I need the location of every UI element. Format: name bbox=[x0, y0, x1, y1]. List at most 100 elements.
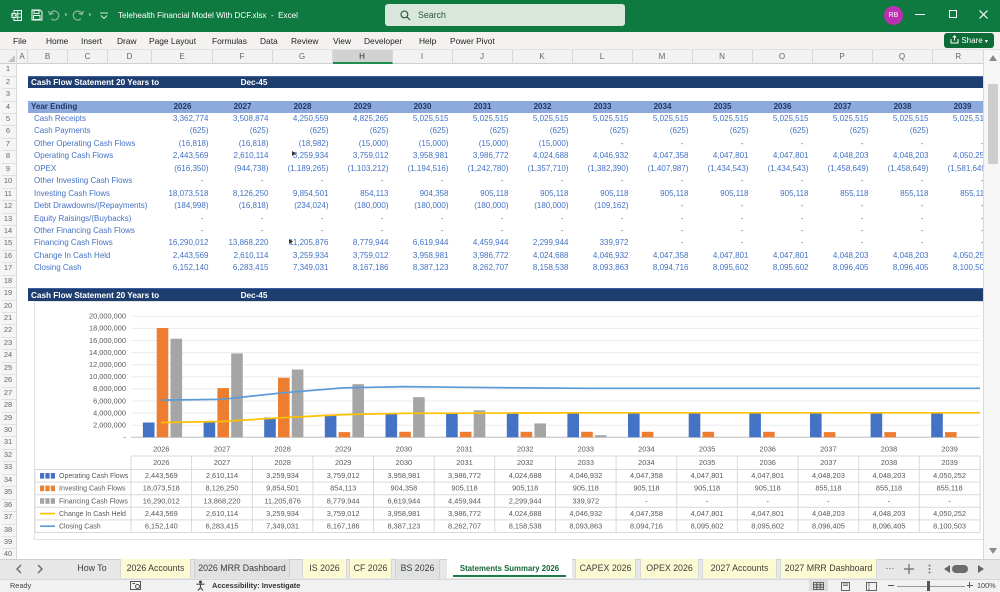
svg-text:4,024,688: 4,024,688 bbox=[509, 509, 542, 518]
svg-text:2,299,944: 2,299,944 bbox=[509, 496, 542, 505]
svg-text:13,868,220: 13,868,220 bbox=[204, 496, 241, 505]
svg-text:8,093,863: 8,093,863 bbox=[569, 522, 602, 531]
svg-text:2,610,114: 2,610,114 bbox=[206, 509, 238, 518]
svg-text:4,047,358: 4,047,358 bbox=[630, 471, 663, 480]
svg-text:4,047,801: 4,047,801 bbox=[751, 509, 784, 518]
svg-text:2029: 2029 bbox=[335, 445, 351, 454]
svg-text:4,048,203: 4,048,203 bbox=[812, 471, 845, 480]
svg-text:2031: 2031 bbox=[456, 445, 472, 454]
svg-text:6,000,000: 6,000,000 bbox=[93, 396, 126, 405]
svg-text:4,048,203: 4,048,203 bbox=[812, 509, 845, 518]
svg-text:4,047,358: 4,047,358 bbox=[630, 509, 663, 518]
svg-text:905,118: 905,118 bbox=[694, 484, 720, 493]
svg-text:3,958,981: 3,958,981 bbox=[387, 471, 420, 480]
svg-text:2029: 2029 bbox=[335, 458, 351, 467]
svg-text:2037: 2037 bbox=[820, 445, 836, 454]
svg-text:14,000,000: 14,000,000 bbox=[89, 348, 126, 357]
svg-text:2036: 2036 bbox=[759, 458, 775, 467]
svg-text:18,073,518: 18,073,518 bbox=[143, 484, 180, 493]
svg-text:4,047,801: 4,047,801 bbox=[691, 471, 724, 480]
svg-text:2034: 2034 bbox=[638, 445, 654, 454]
svg-text:2,443,569: 2,443,569 bbox=[145, 471, 178, 480]
svg-text:905,118: 905,118 bbox=[512, 484, 538, 493]
svg-text:Change In Cash Held: Change In Cash Held bbox=[59, 511, 126, 518]
svg-text:2026: 2026 bbox=[153, 445, 169, 454]
svg-text:2035: 2035 bbox=[699, 445, 715, 454]
svg-text:4,048,203: 4,048,203 bbox=[873, 509, 906, 518]
svg-text:2030: 2030 bbox=[396, 458, 412, 467]
svg-text:11,205,876: 11,205,876 bbox=[264, 496, 300, 505]
svg-text:905,118: 905,118 bbox=[633, 484, 659, 493]
svg-text:2,443,569: 2,443,569 bbox=[145, 509, 178, 518]
svg-text:2039: 2039 bbox=[941, 445, 957, 454]
svg-text:2036: 2036 bbox=[759, 445, 775, 454]
svg-text:12,000,000: 12,000,000 bbox=[89, 360, 126, 369]
svg-text:3,759,012: 3,759,012 bbox=[327, 509, 360, 518]
svg-text:4,024,688: 4,024,688 bbox=[509, 471, 542, 480]
svg-text:6,619,944: 6,619,944 bbox=[387, 496, 420, 505]
svg-text:4,050,252: 4,050,252 bbox=[933, 509, 966, 518]
svg-text:Investing Cash Flows: Investing Cash Flows bbox=[59, 486, 126, 493]
svg-text:9,854,501: 9,854,501 bbox=[266, 484, 299, 493]
svg-text:2032: 2032 bbox=[517, 445, 533, 454]
svg-text:3,986,772: 3,986,772 bbox=[448, 509, 481, 518]
svg-text:8,094,716: 8,094,716 bbox=[630, 522, 663, 531]
svg-text:855,118: 855,118 bbox=[937, 484, 963, 493]
svg-text:2028: 2028 bbox=[274, 458, 290, 467]
svg-text:8,167,186: 8,167,186 bbox=[327, 522, 360, 531]
svg-text:8,158,538: 8,158,538 bbox=[509, 522, 542, 531]
svg-text:8,387,123: 8,387,123 bbox=[387, 522, 420, 531]
svg-text:6,152,140: 6,152,140 bbox=[145, 522, 178, 531]
svg-text:2031: 2031 bbox=[456, 458, 472, 467]
svg-text:8,100,503: 8,100,503 bbox=[933, 522, 966, 531]
svg-text:3,259,934: 3,259,934 bbox=[266, 471, 299, 480]
svg-text:2028: 2028 bbox=[274, 445, 290, 454]
svg-text:8,126,250: 8,126,250 bbox=[206, 484, 239, 493]
svg-text:2027: 2027 bbox=[214, 445, 230, 454]
svg-text:339,972: 339,972 bbox=[572, 496, 599, 505]
svg-text:7,349,031: 7,349,031 bbox=[266, 522, 299, 531]
svg-text:Operating Cash Flows: Operating Cash Flows bbox=[59, 473, 129, 480]
svg-text:8,779,944: 8,779,944 bbox=[327, 496, 360, 505]
svg-text:2033: 2033 bbox=[578, 445, 594, 454]
svg-text:3,759,012: 3,759,012 bbox=[327, 471, 360, 480]
svg-text:855,118: 855,118 bbox=[876, 484, 902, 493]
svg-text:10,000,000: 10,000,000 bbox=[89, 372, 126, 381]
svg-text:4,047,801: 4,047,801 bbox=[751, 471, 784, 480]
svg-text:2033: 2033 bbox=[578, 458, 594, 467]
svg-text:16,290,012: 16,290,012 bbox=[143, 496, 180, 505]
svg-text:2026: 2026 bbox=[153, 458, 169, 467]
svg-text:8,095,602: 8,095,602 bbox=[691, 522, 724, 531]
svg-text:8,096,405: 8,096,405 bbox=[812, 522, 845, 531]
svg-text:855,118: 855,118 bbox=[815, 484, 841, 493]
svg-text:4,048,203: 4,048,203 bbox=[873, 471, 906, 480]
svg-text:2027: 2027 bbox=[214, 458, 230, 467]
svg-text:2035: 2035 bbox=[699, 458, 715, 467]
svg-text:2039: 2039 bbox=[941, 458, 957, 467]
svg-text:905,118: 905,118 bbox=[451, 484, 477, 493]
svg-text:18,000,000: 18,000,000 bbox=[89, 324, 126, 333]
svg-text:3,259,934: 3,259,934 bbox=[266, 509, 299, 518]
svg-text:2,000,000: 2,000,000 bbox=[93, 421, 126, 430]
svg-text:2,610,114: 2,610,114 bbox=[206, 471, 238, 480]
svg-text:16,000,000: 16,000,000 bbox=[89, 336, 126, 345]
svg-text:4,046,932: 4,046,932 bbox=[569, 509, 602, 518]
svg-text:8,096,405: 8,096,405 bbox=[873, 522, 906, 531]
svg-text:904,358: 904,358 bbox=[391, 484, 418, 493]
svg-text:4,047,801: 4,047,801 bbox=[691, 509, 724, 518]
svg-text:20,000,000: 20,000,000 bbox=[89, 312, 126, 321]
svg-text:4,459,944: 4,459,944 bbox=[448, 496, 481, 505]
svg-text:Closing Cash: Closing Cash bbox=[59, 524, 101, 531]
svg-text:2032: 2032 bbox=[517, 458, 533, 467]
svg-text:6,283,415: 6,283,415 bbox=[206, 522, 239, 531]
svg-text:4,050,252: 4,050,252 bbox=[933, 471, 966, 480]
svg-text:3,958,981: 3,958,981 bbox=[387, 509, 420, 518]
svg-text:4,000,000: 4,000,000 bbox=[93, 408, 126, 417]
svg-text:905,118: 905,118 bbox=[573, 484, 599, 493]
svg-text:2030: 2030 bbox=[396, 445, 412, 454]
svg-text:8,000,000: 8,000,000 bbox=[93, 384, 126, 393]
svg-text:905,118: 905,118 bbox=[755, 484, 781, 493]
svg-text:4,046,932: 4,046,932 bbox=[569, 471, 602, 480]
svg-text:854,113: 854,113 bbox=[330, 484, 356, 493]
svg-text:Financing Cash Flows: Financing Cash Flows bbox=[59, 498, 128, 505]
